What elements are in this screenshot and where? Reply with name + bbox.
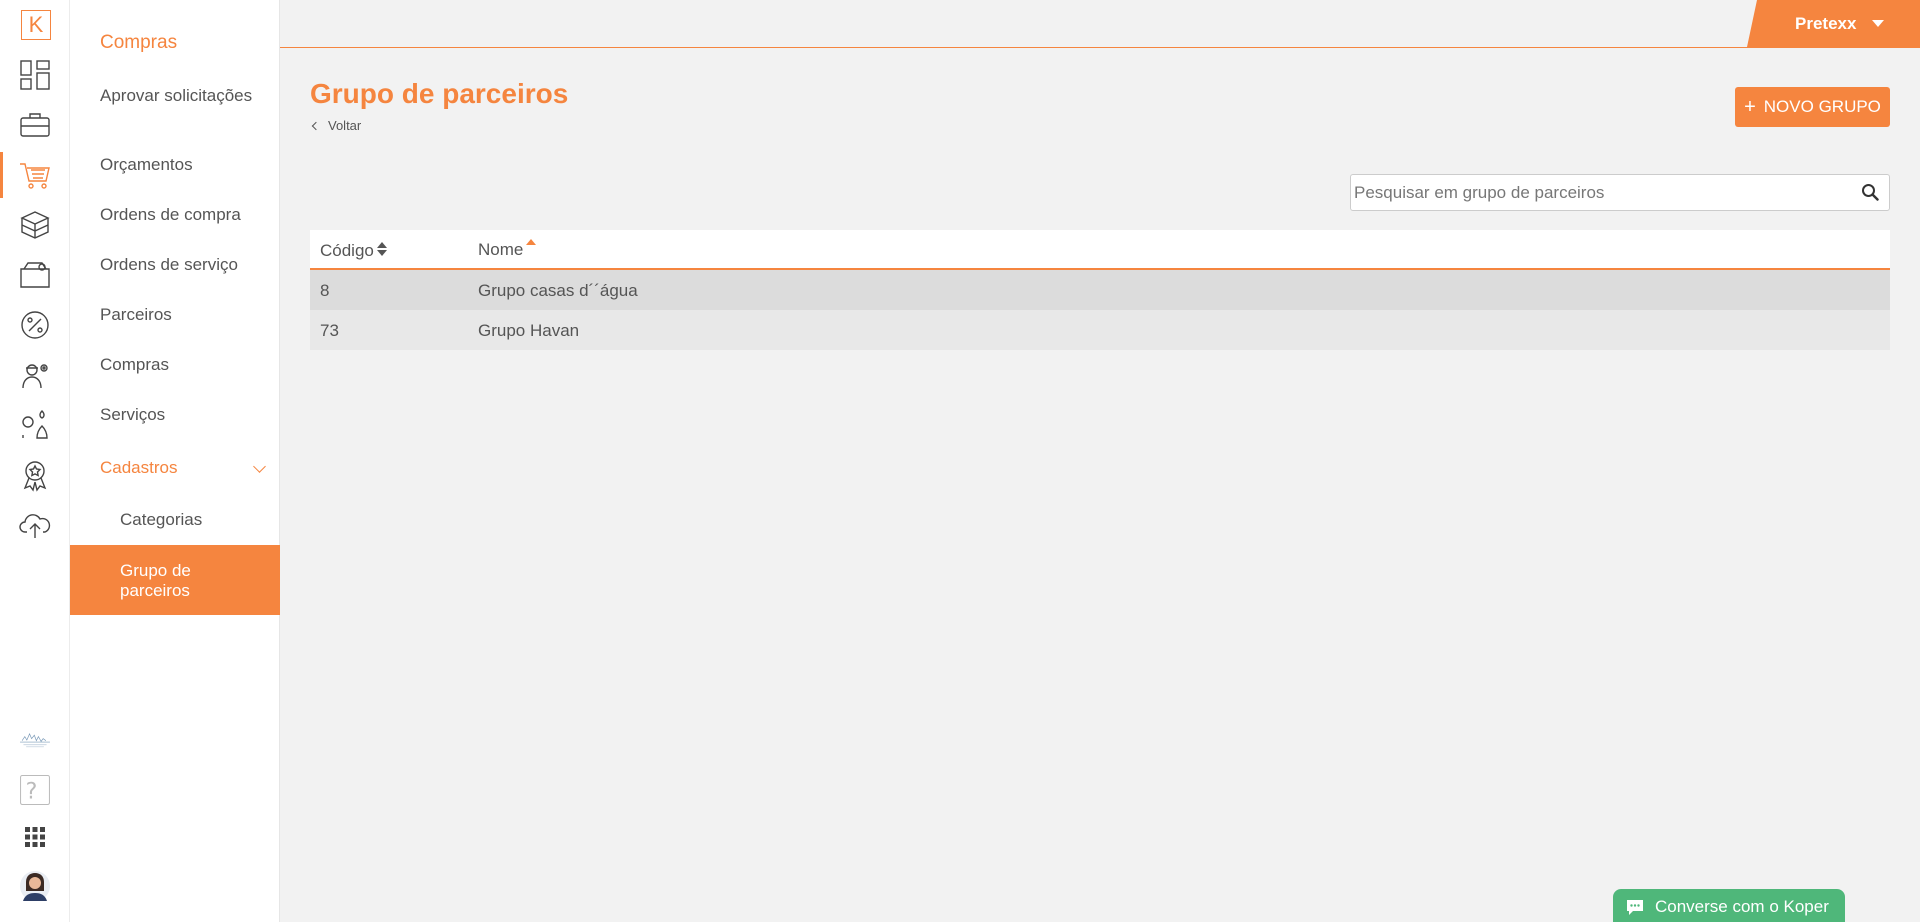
- table-row[interactable]: 73 Grupo Havan: [310, 310, 1890, 350]
- column-header-nome[interactable]: Nome: [478, 239, 537, 260]
- sidebar-section-label: Cadastros: [100, 458, 178, 477]
- column-header-label: Código: [320, 241, 374, 260]
- back-link[interactable]: Voltar: [311, 118, 362, 133]
- sidebar: Compras Aprovar solicitações Orçamentos …: [70, 0, 280, 922]
- page-title: Grupo de parceiros: [310, 78, 569, 109]
- sidebar-item-orcamentos[interactable]: Orçamentos: [100, 155, 270, 175]
- user-menu[interactable]: Pretexx: [1747, 0, 1920, 47]
- award-icon[interactable]: [0, 450, 70, 500]
- sidebar-item-aprovar-solicitacoes[interactable]: Aprovar solicitações: [100, 86, 270, 106]
- sidebar-item-parceiros[interactable]: Parceiros: [100, 305, 270, 325]
- sidebar-subitem-categorias[interactable]: Categorias: [120, 510, 290, 530]
- table-row[interactable]: 8 Grupo casas d´´água: [310, 270, 1890, 310]
- chat-label: Converse com o Koper: [1655, 897, 1829, 916]
- chat-button[interactable]: Converse com o Koper: [1613, 889, 1845, 922]
- avatar[interactable]: [0, 861, 70, 911]
- cloud-upload-icon[interactable]: [0, 500, 70, 550]
- back-label: Voltar: [328, 118, 362, 133]
- column-header-label: Nome: [478, 240, 524, 259]
- top-bar: Pretexx: [280, 0, 1920, 48]
- cell-name: Grupo Havan: [478, 321, 580, 340]
- sidebar-section-cadastros[interactable]: Cadastros: [100, 458, 270, 478]
- partner-groups-table: Código Nome 8 Grupo casas d´´água 73 Gru…: [310, 230, 1890, 350]
- caret-down-icon: [1872, 20, 1884, 27]
- new-group-button[interactable]: + NOVO GRUPO: [1735, 87, 1890, 127]
- sidebar-item-ordens-de-compra[interactable]: Ordens de compra: [100, 205, 270, 225]
- search-box: [1350, 174, 1890, 211]
- worker-settings-icon[interactable]: [0, 350, 70, 400]
- chevron-left-icon: [311, 121, 321, 131]
- sidebar-item-ordens-de-servico[interactable]: Ordens de serviço: [100, 255, 270, 275]
- percent-icon[interactable]: [0, 300, 70, 350]
- table-header: Código Nome: [310, 230, 1890, 270]
- shopping-cart-icon[interactable]: [0, 150, 70, 200]
- new-group-label: NOVO GRUPO: [1763, 97, 1881, 116]
- app-logo[interactable]: K: [21, 10, 51, 40]
- icon-rail: K ?: [0, 0, 70, 922]
- sort-asc-icon: [526, 239, 537, 245]
- apps-grid-icon[interactable]: [0, 812, 70, 862]
- chevron-down-icon: [253, 460, 266, 473]
- plus-icon: +: [1744, 95, 1756, 118]
- sort-icon: [376, 242, 387, 258]
- users-fire-icon[interactable]: [0, 400, 70, 450]
- chat-bubble-icon: [1627, 900, 1643, 915]
- cell-name: Grupo casas d´´água: [478, 281, 638, 300]
- cell-code: 8: [320, 281, 330, 300]
- dashboard-icon[interactable]: [0, 50, 70, 100]
- box-icon[interactable]: [0, 200, 70, 250]
- sidebar-item-compras[interactable]: Compras: [100, 355, 270, 375]
- svg-text:?: ?: [26, 779, 38, 805]
- sidebar-item-servicos[interactable]: Serviços: [100, 405, 270, 425]
- table-body: 8 Grupo casas d´´água 73 Grupo Havan: [310, 270, 1890, 350]
- sidebar-subitem-grupo-de-parceiros[interactable]: Grupo de parceiros: [70, 545, 280, 615]
- user-name: Pretexx: [1795, 14, 1857, 33]
- sidebar-subitem-label: Grupo de parceiros: [120, 561, 191, 600]
- column-header-codigo[interactable]: Código: [320, 240, 387, 261]
- sidebar-title: Compras: [100, 32, 178, 53]
- wallet-icon[interactable]: [0, 250, 70, 300]
- company-logo-icon[interactable]: [0, 715, 70, 765]
- help-icon[interactable]: ?: [0, 765, 70, 815]
- search-input[interactable]: [1354, 175, 1844, 210]
- briefcase-icon[interactable]: [0, 100, 70, 150]
- cell-code: 73: [320, 321, 339, 340]
- search-icon[interactable]: [1861, 183, 1879, 201]
